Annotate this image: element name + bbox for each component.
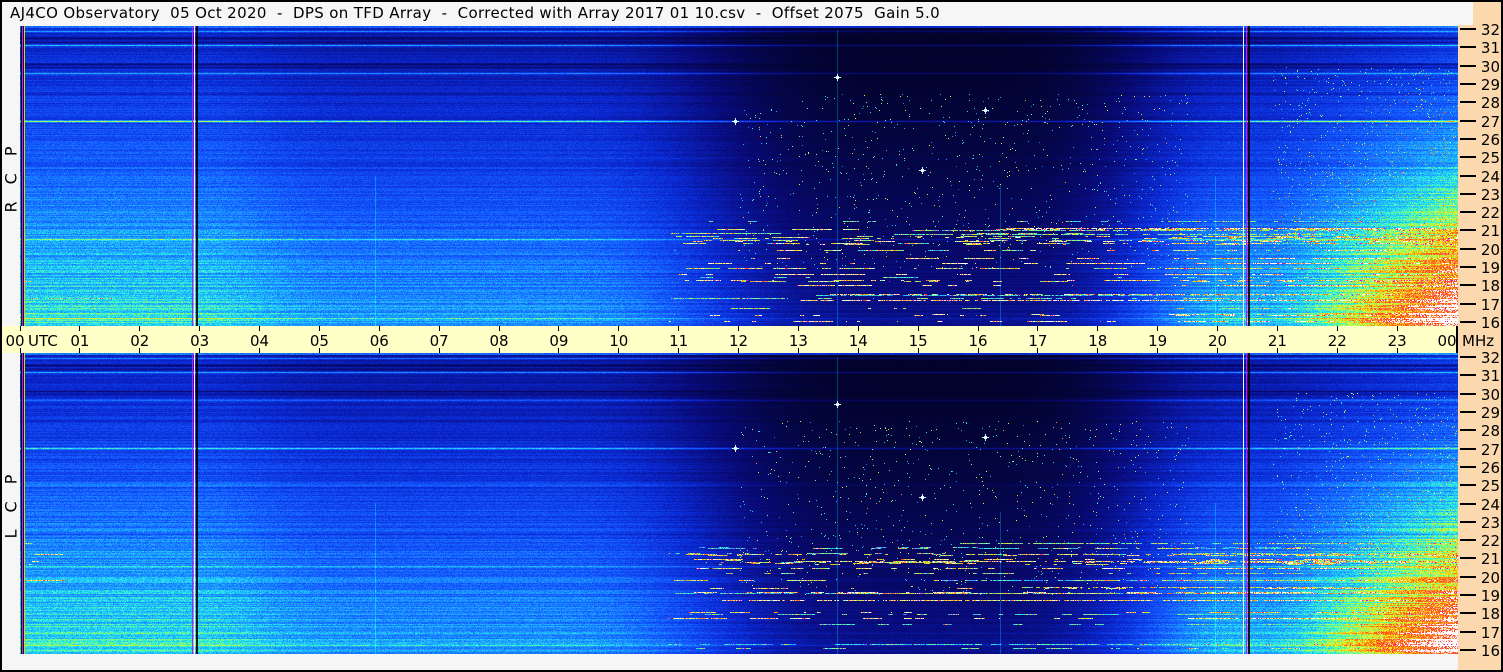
lcp-panel-label-text: L C P <box>2 469 21 539</box>
time-tick-top <box>1397 326 1398 331</box>
time-tick-top <box>978 326 979 331</box>
time-tick-top <box>1037 326 1038 331</box>
time-tick-top <box>379 326 380 331</box>
freq-tick-label: 31 <box>1474 367 1500 385</box>
freq-tick-label: 32 <box>1474 349 1500 367</box>
freq-tick-label: 23 <box>1474 514 1500 532</box>
freq-tick-label: 32 <box>1474 21 1500 39</box>
rcp-panel-label-text: R C P <box>2 140 21 212</box>
freq-tick-label: 20 <box>1474 241 1500 259</box>
frequency-scale-column: 3231302928272625242322212019181716323130… <box>1458 2 1501 670</box>
time-hour-label: 22 <box>1325 332 1349 350</box>
time-hour-label: 00 <box>1435 332 1459 350</box>
freq-tick-label: 22 <box>1474 204 1500 222</box>
freq-tick-label: 28 <box>1474 94 1500 112</box>
time-hour-label: 19 <box>1146 332 1170 350</box>
freq-tick-label: 29 <box>1474 76 1500 94</box>
time-hour-label: 03 <box>188 332 212 350</box>
time-axis-band: 00 01 02 03 04 05 06 07 08 09 10 11 12 13 14 15 16 17 18 19… <box>2 326 1458 353</box>
time-hour-label: 14 <box>846 332 870 350</box>
time-hour-label: 17 <box>1026 332 1050 350</box>
time-hour-label: 21 <box>1265 332 1289 350</box>
lcp-spectrogram-canvas <box>20 353 1458 654</box>
time-tick-top <box>858 326 859 331</box>
time-tick-top <box>678 326 679 331</box>
time-axis-unit-label: UTC <box>28 332 58 350</box>
freq-tick-label: 18 <box>1474 277 1500 295</box>
freq-tick-label: 31 <box>1474 39 1500 57</box>
time-tick-top <box>558 326 559 331</box>
freq-tick-label: 26 <box>1474 131 1500 149</box>
time-tick-top <box>20 326 21 331</box>
time-hour-label: 23 <box>1385 332 1409 350</box>
time-hour-label: 04 <box>248 332 272 350</box>
freq-tick-label: 28 <box>1474 422 1500 440</box>
time-tick-top <box>79 326 80 331</box>
freq-tick-label: 25 <box>1474 149 1500 167</box>
time-tick-top <box>319 326 320 331</box>
freq-tick-label: 29 <box>1474 404 1500 422</box>
time-tick-top <box>199 326 200 331</box>
observation-title: AJ4CO Observatory 05 Oct 2020 - DPS on T… <box>10 4 940 22</box>
time-hour-label: 11 <box>667 332 691 350</box>
freq-tick-label: 24 <box>1474 496 1500 514</box>
time-hour-label: 00 <box>3 332 27 350</box>
time-hour-label: 09 <box>547 332 571 350</box>
freq-tick-label: 30 <box>1474 58 1500 76</box>
freq-axis-unit-label: MHz <box>1462 332 1501 350</box>
time-tick-top <box>618 326 619 331</box>
freq-tick-label: 24 <box>1474 168 1500 186</box>
time-hour-label: 08 <box>487 332 511 350</box>
time-hour-label: 01 <box>68 332 92 350</box>
rcp-panel-label: R C P <box>2 26 20 326</box>
time-tick-top <box>439 326 440 331</box>
freq-tick-label: 19 <box>1474 587 1500 605</box>
time-tick-top <box>1097 326 1098 331</box>
freq-tick-label: 16 <box>1474 314 1500 332</box>
freq-tick-label: 22 <box>1474 532 1500 550</box>
time-tick-top <box>738 326 739 331</box>
time-tick-top <box>1277 326 1278 331</box>
freq-tick-label: 25 <box>1474 477 1500 495</box>
time-tick-top <box>1457 326 1458 331</box>
freq-tick-label: 30 <box>1474 386 1500 404</box>
time-hour-label: 20 <box>1206 332 1230 350</box>
time-tick-top <box>139 326 140 331</box>
time-hour-label: 15 <box>906 332 930 350</box>
time-tick-top <box>798 326 799 331</box>
time-tick-top <box>1157 326 1158 331</box>
time-hour-label: 12 <box>727 332 751 350</box>
time-hour-label: 06 <box>367 332 391 350</box>
time-hour-label: 18 <box>1086 332 1110 350</box>
time-tick-top <box>918 326 919 331</box>
time-hour-label: 02 <box>128 332 152 350</box>
time-tick-top <box>1217 326 1218 331</box>
time-hour-label: 13 <box>786 332 810 350</box>
freq-tick-label: 20 <box>1474 569 1500 587</box>
time-hour-label: 07 <box>427 332 451 350</box>
freq-tick-label: 27 <box>1474 441 1500 459</box>
freq-tick-label: 27 <box>1474 113 1500 131</box>
time-hour-label: 10 <box>607 332 631 350</box>
title-bar: AJ4CO Observatory 05 Oct 2020 - DPS on T… <box>2 2 1473 25</box>
time-tick-top <box>259 326 260 331</box>
time-hour-label: 16 <box>966 332 990 350</box>
freq-tick-label: 19 <box>1474 259 1500 277</box>
freq-tick-label: 21 <box>1474 222 1500 240</box>
freq-tick-label: 17 <box>1474 624 1500 642</box>
time-hour-label: 05 <box>307 332 331 350</box>
freq-tick-label: 17 <box>1474 296 1500 314</box>
freq-tick-label: 16 <box>1474 642 1500 660</box>
freq-tick-label: 26 <box>1474 459 1500 477</box>
lcp-panel-label: L C P <box>2 353 20 654</box>
time-tick-top <box>1337 326 1338 331</box>
rcp-spectrogram-canvas <box>20 26 1458 326</box>
app-window: 3231302928272625242322212019181716323130… <box>0 0 1503 672</box>
time-tick-top <box>499 326 500 331</box>
freq-tick-label: 23 <box>1474 186 1500 204</box>
freq-tick-label: 21 <box>1474 550 1500 568</box>
window-content: 3231302928272625242322212019181716323130… <box>2 2 1501 670</box>
freq-tick-label: 18 <box>1474 605 1500 623</box>
